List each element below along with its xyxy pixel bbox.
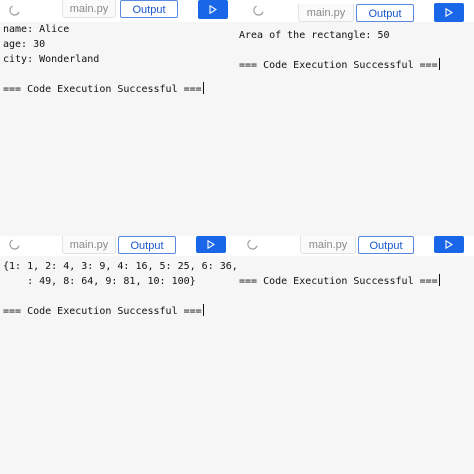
editor-panel-1: main.py Output name: Alice age: 30 city:… bbox=[0, 0, 236, 236]
output-line: age: 30 bbox=[3, 39, 46, 50]
output-line: === Code Execution Successful === bbox=[239, 274, 440, 290]
output-console[interactable]: name: Alice age: 30 city: Wonderland ===… bbox=[0, 22, 236, 236]
moon-icon[interactable] bbox=[8, 238, 21, 251]
text-cursor bbox=[438, 274, 440, 286]
tab-main-py[interactable]: main.py bbox=[298, 4, 354, 22]
output-line: Area of the rectangle: 50 bbox=[239, 30, 390, 41]
moon-icon[interactable] bbox=[8, 4, 21, 17]
output-line-text: === Code Execution Successful === bbox=[3, 306, 202, 317]
moon-icon[interactable] bbox=[246, 238, 259, 251]
toolbar: main.py Output bbox=[236, 236, 474, 257]
output-line-text: === Code Execution Successful === bbox=[239, 276, 438, 287]
editor-panel-3: main.py Output {1: 1, 2: 4, 3: 9, 4: 16,… bbox=[0, 236, 236, 474]
toolbar: main.py Output bbox=[0, 0, 236, 23]
tab-output[interactable]: Output bbox=[358, 236, 414, 254]
toolbar: main.py Output bbox=[236, 0, 474, 23]
tab-main-py[interactable]: main.py bbox=[300, 236, 356, 254]
output-line: name: Alice bbox=[3, 24, 70, 35]
text-cursor bbox=[438, 58, 440, 70]
text-cursor bbox=[202, 82, 204, 94]
editor-panel-4: main.py Output === Code Execution Succes… bbox=[236, 236, 474, 474]
tab-output[interactable]: Output bbox=[120, 0, 178, 18]
run-button[interactable] bbox=[198, 0, 228, 19]
play-icon bbox=[207, 240, 215, 249]
output-console[interactable]: === Code Execution Successful === bbox=[236, 256, 474, 474]
output-console[interactable]: Area of the rectangle: 50 === Code Execu… bbox=[236, 22, 474, 236]
output-line: : 49, 8: 64, 9: 81, 10: 100} bbox=[3, 276, 196, 287]
tab-main-py[interactable]: main.py bbox=[62, 236, 116, 254]
toolbar: main.py Output bbox=[0, 236, 236, 257]
tab-output[interactable]: Output bbox=[356, 4, 414, 22]
output-console[interactable]: {1: 1, 2: 4, 3: 9, 4: 16, 5: 25, 6: 36, … bbox=[0, 256, 236, 474]
output-line: === Code Execution Successful === bbox=[239, 58, 440, 74]
output-line: {1: 1, 2: 4, 3: 9, 4: 16, 5: 25, 6: 36, … bbox=[3, 261, 236, 272]
play-icon bbox=[209, 5, 217, 14]
output-line: === Code Execution Successful === bbox=[3, 82, 204, 98]
output-line: city: Wonderland bbox=[3, 54, 100, 65]
tab-main-py[interactable]: main.py bbox=[62, 0, 116, 18]
play-icon bbox=[445, 240, 453, 249]
moon-icon[interactable] bbox=[252, 4, 265, 17]
text-cursor bbox=[202, 304, 204, 316]
output-line-text: === Code Execution Successful === bbox=[239, 60, 438, 71]
run-button[interactable] bbox=[196, 236, 226, 253]
run-button[interactable] bbox=[434, 236, 464, 253]
play-icon bbox=[445, 8, 453, 17]
tab-output[interactable]: Output bbox=[118, 236, 176, 254]
run-button[interactable] bbox=[434, 3, 464, 22]
editor-panel-2: main.py Output Area of the rectangle: 50… bbox=[236, 0, 474, 236]
output-line-text: === Code Execution Successful === bbox=[3, 84, 202, 95]
output-line: === Code Execution Successful === bbox=[3, 304, 204, 320]
